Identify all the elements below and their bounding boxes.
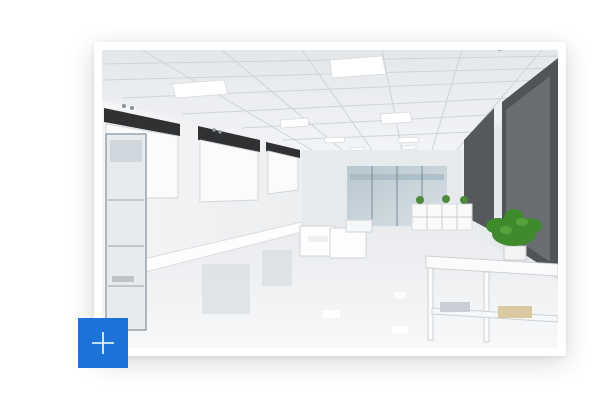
showroom-photo-image [102, 50, 558, 348]
showroom-photo[interactable] [102, 50, 558, 348]
plus-icon [92, 332, 114, 354]
expand-plus-button[interactable] [78, 318, 128, 368]
page [0, 0, 600, 400]
photo-card [94, 42, 566, 356]
